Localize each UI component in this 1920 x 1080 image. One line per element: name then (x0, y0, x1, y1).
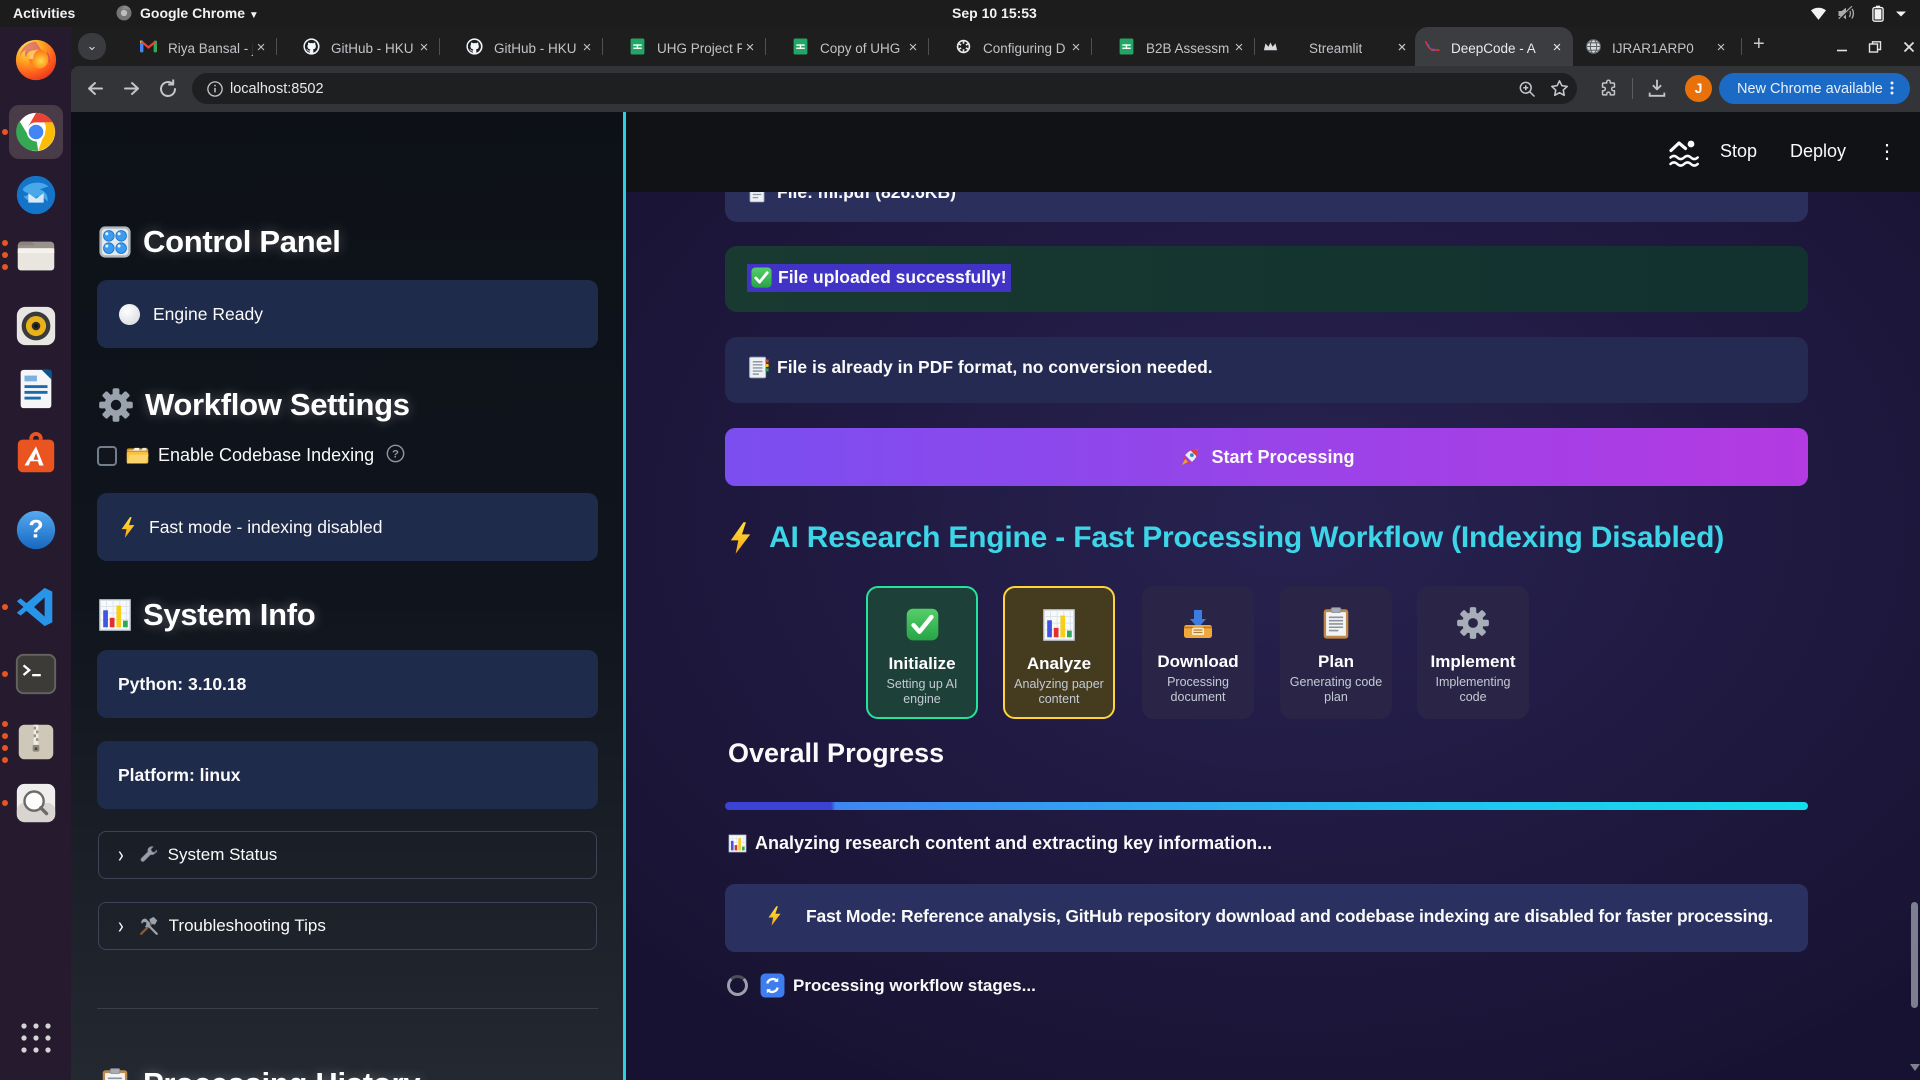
svg-text:?: ? (392, 448, 399, 460)
svg-text:?: ? (28, 516, 43, 544)
